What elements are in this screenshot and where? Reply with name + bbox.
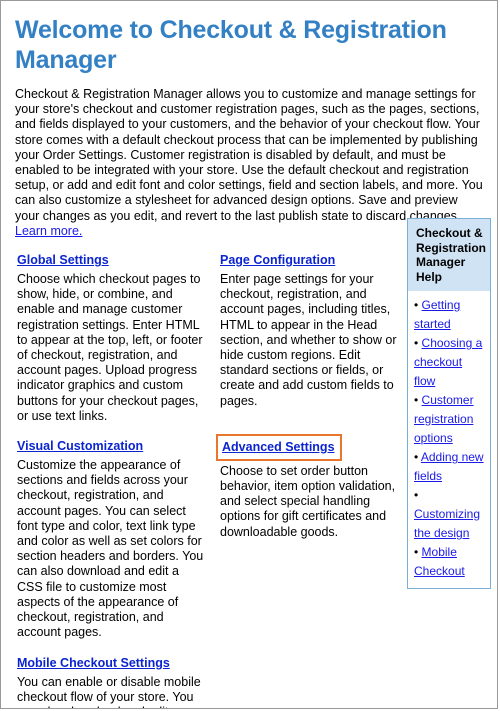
global-settings-description: Choose which checkout pages to show, hid… [17,272,203,423]
visual-customization-link[interactable]: Visual Customization [17,439,143,454]
help-panel-links: • Getting started • Choosing a checkout … [408,291,490,588]
help-link-choosing-a-checkout-flow[interactable]: Choosing a checkout flow [414,336,482,388]
intro-paragraph: Checkout & Registration Manager allows y… [15,87,483,239]
advanced-settings-link[interactable]: Advanced Settings [222,440,335,455]
page-configuration-description: Enter page settings for your checkout, r… [220,272,397,408]
help-link-customer-registration-options[interactable]: Customer registration options [414,393,474,445]
global-settings-link[interactable]: Global Settings [17,253,109,268]
page-content: Welcome to Checkout & Registration Manag… [1,1,497,708]
visual-customization-description: Customize the appearance of sections and… [17,458,204,640]
list-item: • Customizing the design [414,486,485,543]
advanced-settings-description: Choose to set order button behavior, ite… [220,463,396,539]
mobile-checkout-settings-link[interactable]: Mobile Checkout Settings [17,656,170,671]
intro-text: Checkout & Registration Manager allows y… [15,87,483,223]
help-link-getting-started[interactable]: Getting started [414,298,460,331]
list-item: • Choosing a checkout flow [414,334,485,391]
list-item: • Adding new fields [414,448,485,486]
section-global-settings: Global Settings Choose which checkout pa… [17,251,207,424]
list-item: • Mobile Checkout [414,543,485,581]
help-link-customizing-the-design[interactable]: Customizing the design [414,507,480,540]
section-visual-customization: Visual Customization Customize the appea… [17,437,207,640]
bullet-icon: • [414,545,419,559]
bullet-icon: • [414,336,419,350]
section-mobile-checkout-settings: Mobile Checkout Settings You can enable … [17,654,207,709]
bullet-icon: • [414,393,419,407]
section-advanced-settings: Advanced Settings Choose to set order bu… [216,433,405,540]
bullet-icon: • [414,488,419,502]
list-item: • Getting started [414,296,485,334]
list-item: • Customer registration options [414,391,485,448]
bullet-icon: • [414,298,419,312]
mobile-checkout-settings-description: You can enable or disable mobile checkou… [17,674,201,709]
bullet-icon: • [414,450,419,464]
help-panel-title: Checkout & Registration Manager Help [408,219,490,291]
section-page-configuration: Page Configuration Enter page settings f… [220,251,405,409]
middle-column: Page Configuration Enter page settings f… [216,251,405,553]
page-title: Welcome to Checkout & Registration Manag… [15,16,447,74]
app-page: Welcome to Checkout & Registration Manag… [0,0,498,709]
help-link-mobile-checkout[interactable]: Mobile Checkout [414,545,465,578]
learn-more-link[interactable]: Learn more. [15,224,82,238]
page-configuration-link[interactable]: Page Configuration [220,253,335,268]
help-link-adding-new-fields[interactable]: Adding new fields [414,450,484,483]
advanced-settings-highlight: Advanced Settings [216,433,342,461]
help-panel: Checkout & Registration Manager Help • G… [407,218,491,589]
left-column: Global Settings Choose which checkout pa… [17,251,207,709]
